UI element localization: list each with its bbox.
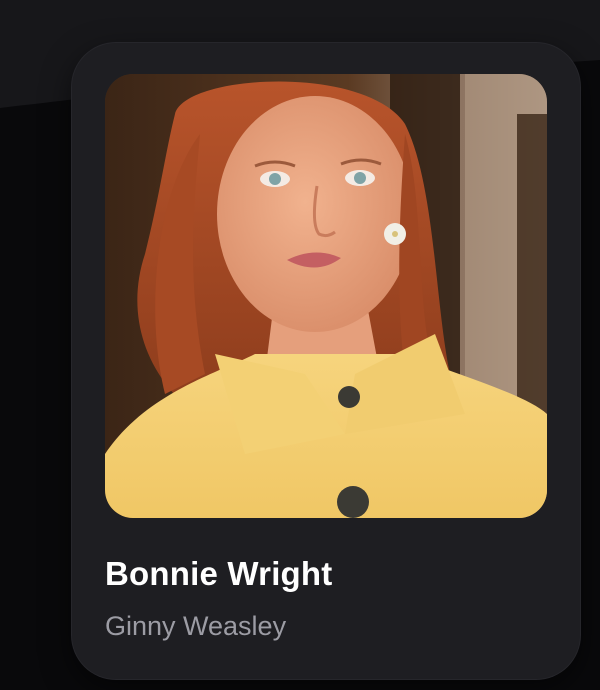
- actor-name: Bonnie Wright: [105, 555, 333, 592]
- character-name: Ginny Weasley: [105, 611, 287, 641]
- cast-card[interactable]: Bonnie Wright Ginny Weasley: [72, 43, 580, 679]
- portrait-photo: [105, 74, 547, 518]
- page-stage: Bonnie Wright Ginny Weasley: [0, 0, 600, 690]
